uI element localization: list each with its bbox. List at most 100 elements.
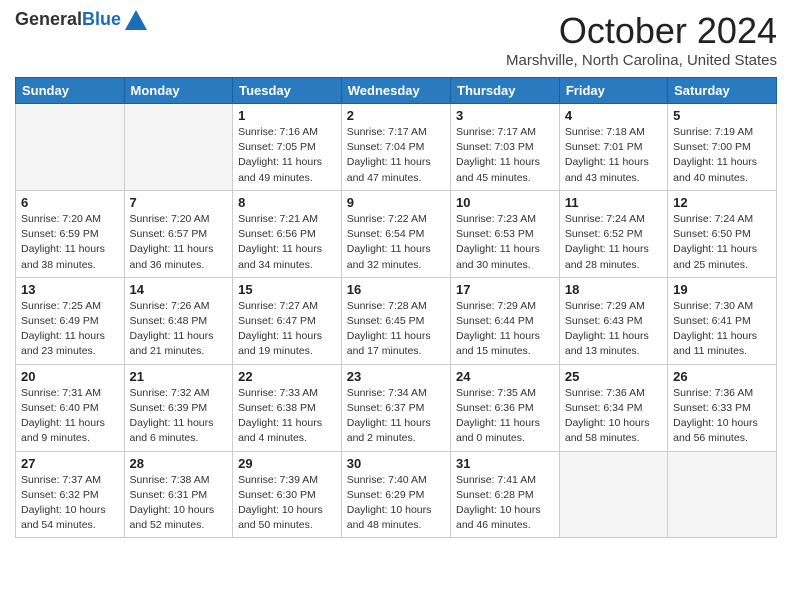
day-number: 4 bbox=[565, 108, 662, 123]
calendar-cell: 17 Sunrise: 7:29 AM Sunset: 6:44 PM Dayli… bbox=[451, 277, 560, 364]
day-detail: Sunrise: 7:30 AM Sunset: 6:41 PM Dayligh… bbox=[673, 299, 771, 360]
calendar-cell: 19 Sunrise: 7:30 AM Sunset: 6:41 PM Dayli… bbox=[668, 277, 777, 364]
day-number: 3 bbox=[456, 108, 554, 123]
day-detail: Sunrise: 7:22 AM Sunset: 6:54 PM Dayligh… bbox=[347, 212, 445, 273]
day-number: 23 bbox=[347, 369, 445, 384]
calendar-cell: 25 Sunrise: 7:36 AM Sunset: 6:34 PM Dayli… bbox=[559, 364, 667, 451]
day-number: 10 bbox=[456, 195, 554, 210]
day-detail: Sunrise: 7:35 AM Sunset: 6:36 PM Dayligh… bbox=[456, 386, 554, 447]
calendar-cell: 7 Sunrise: 7:20 AM Sunset: 6:57 PM Daylig… bbox=[124, 190, 233, 277]
location-subtitle: Marshville, North Carolina, United State… bbox=[506, 52, 777, 69]
day-detail: Sunrise: 7:27 AM Sunset: 6:47 PM Dayligh… bbox=[238, 299, 336, 360]
calendar-cell: 12Sunrise: 7:24 AM Sunset: 6:50 PM Dayli… bbox=[668, 190, 777, 277]
day-detail: Sunrise: 7:36 AM Sunset: 6:34 PM Dayligh… bbox=[565, 386, 662, 447]
day-detail: Sunrise: 7:28 AM Sunset: 6:45 PM Dayligh… bbox=[347, 299, 445, 360]
weekday-header-wednesday: Wednesday bbox=[341, 78, 450, 104]
day-number: 21 bbox=[130, 369, 228, 384]
weekday-header-friday: Friday bbox=[559, 78, 667, 104]
calendar-cell: 28 Sunrise: 7:38 AM Sunset: 6:31 PM Dayli… bbox=[124, 451, 233, 538]
calendar-cell: 27 Sunrise: 7:37 AM Sunset: 6:32 PM Dayli… bbox=[16, 451, 125, 538]
calendar-cell bbox=[559, 451, 667, 538]
day-detail: Sunrise: 7:24 AM Sunset: 6:52 PM Dayligh… bbox=[565, 212, 662, 273]
day-number: 2 bbox=[347, 108, 445, 123]
day-detail: Sunrise: 7:37 AM Sunset: 6:32 PM Dayligh… bbox=[21, 473, 119, 534]
calendar-cell: 29 Sunrise: 7:39 AM Sunset: 6:30 PM Dayli… bbox=[233, 451, 342, 538]
calendar-cell: 14 Sunrise: 7:26 AM Sunset: 6:48 PM Dayli… bbox=[124, 277, 233, 364]
calendar-cell: 4 Sunrise: 7:18 AM Sunset: 7:01 PM Daylig… bbox=[559, 104, 667, 191]
day-detail: Sunrise: 7:17 AM Sunset: 7:03 PM Dayligh… bbox=[456, 125, 554, 186]
calendar-cell: 15Sunrise: 7:27 AM Sunset: 6:47 PM Dayli… bbox=[233, 277, 342, 364]
calendar-cell bbox=[16, 104, 125, 191]
weekday-header-monday: Monday bbox=[124, 78, 233, 104]
calendar-cell: 26 Sunrise: 7:36 AM Sunset: 6:33 PM Dayli… bbox=[668, 364, 777, 451]
calendar-cell: 22 Sunrise: 7:33 AM Sunset: 6:38 PM Dayli… bbox=[233, 364, 342, 451]
calendar-cell: 11 Sunrise: 7:24 AM Sunset: 6:52 PM Dayli… bbox=[559, 190, 667, 277]
logo-blue-text: Blue bbox=[82, 9, 121, 29]
day-number: 22 bbox=[238, 369, 336, 384]
day-detail: Sunrise: 7:26 AM Sunset: 6:48 PM Dayligh… bbox=[130, 299, 228, 360]
day-detail: Sunrise: 7:31 AM Sunset: 6:40 PM Dayligh… bbox=[21, 386, 119, 447]
day-detail: Sunrise: 7:21 AM Sunset: 6:56 PM Dayligh… bbox=[238, 212, 336, 273]
calendar-week-row: 27 Sunrise: 7:37 AM Sunset: 6:32 PM Dayli… bbox=[16, 451, 777, 538]
day-number: 26 bbox=[673, 369, 771, 384]
weekday-header-saturday: Saturday bbox=[668, 78, 777, 104]
day-number: 7 bbox=[130, 195, 228, 210]
page-header: GeneralBlue October 2024 Marshville, Nor… bbox=[15, 10, 777, 69]
calendar-cell: 21 Sunrise: 7:32 AM Sunset: 6:39 PM Dayli… bbox=[124, 364, 233, 451]
calendar-cell: 30 Sunrise: 7:40 AM Sunset: 6:29 PM Dayli… bbox=[341, 451, 450, 538]
calendar-cell: 13Sunrise: 7:25 AM Sunset: 6:49 PM Dayli… bbox=[16, 277, 125, 364]
day-detail: Sunrise: 7:29 AM Sunset: 6:43 PM Dayligh… bbox=[565, 299, 662, 360]
day-number: 9 bbox=[347, 195, 445, 210]
day-detail: Sunrise: 7:29 AM Sunset: 6:44 PM Dayligh… bbox=[456, 299, 554, 360]
day-detail: Sunrise: 7:41 AM Sunset: 6:28 PM Dayligh… bbox=[456, 473, 554, 534]
calendar-cell: 1Sunrise: 7:16 AM Sunset: 7:05 PM Daylig… bbox=[233, 104, 342, 191]
calendar-cell: 16Sunrise: 7:28 AM Sunset: 6:45 PM Dayli… bbox=[341, 277, 450, 364]
day-number: 6 bbox=[21, 195, 119, 210]
calendar-table: SundayMondayTuesdayWednesdayThursdayFrid… bbox=[15, 77, 777, 538]
calendar-cell: 3 Sunrise: 7:17 AM Sunset: 7:03 PM Daylig… bbox=[451, 104, 560, 191]
calendar-cell: 18 Sunrise: 7:29 AM Sunset: 6:43 PM Dayli… bbox=[559, 277, 667, 364]
day-detail: Sunrise: 7:40 AM Sunset: 6:29 PM Dayligh… bbox=[347, 473, 445, 534]
title-block: October 2024 Marshville, North Carolina,… bbox=[506, 10, 777, 69]
day-number: 14 bbox=[130, 282, 228, 297]
calendar-header-row: SundayMondayTuesdayWednesdayThursdayFrid… bbox=[16, 78, 777, 104]
calendar-week-row: 1Sunrise: 7:16 AM Sunset: 7:05 PM Daylig… bbox=[16, 104, 777, 191]
day-number: 29 bbox=[238, 456, 336, 471]
calendar-cell: 10Sunrise: 7:23 AM Sunset: 6:53 PM Dayli… bbox=[451, 190, 560, 277]
day-detail: Sunrise: 7:34 AM Sunset: 6:37 PM Dayligh… bbox=[347, 386, 445, 447]
day-number: 25 bbox=[565, 369, 662, 384]
day-number: 31 bbox=[456, 456, 554, 471]
day-number: 30 bbox=[347, 456, 445, 471]
day-detail: Sunrise: 7:16 AM Sunset: 7:05 PM Dayligh… bbox=[238, 125, 336, 186]
logo-general-text: General bbox=[15, 9, 82, 29]
calendar-cell: 6 Sunrise: 7:20 AM Sunset: 6:59 PM Daylig… bbox=[16, 190, 125, 277]
day-detail: Sunrise: 7:39 AM Sunset: 6:30 PM Dayligh… bbox=[238, 473, 336, 534]
calendar-cell: 9 Sunrise: 7:22 AM Sunset: 6:54 PM Daylig… bbox=[341, 190, 450, 277]
logo-icon bbox=[125, 10, 147, 30]
day-detail: Sunrise: 7:32 AM Sunset: 6:39 PM Dayligh… bbox=[130, 386, 228, 447]
month-title: October 2024 bbox=[506, 10, 777, 52]
day-detail: Sunrise: 7:38 AM Sunset: 6:31 PM Dayligh… bbox=[130, 473, 228, 534]
day-detail: Sunrise: 7:20 AM Sunset: 6:59 PM Dayligh… bbox=[21, 212, 119, 273]
calendar-cell: 8Sunrise: 7:21 AM Sunset: 6:56 PM Daylig… bbox=[233, 190, 342, 277]
day-number: 27 bbox=[21, 456, 119, 471]
day-detail: Sunrise: 7:19 AM Sunset: 7:00 PM Dayligh… bbox=[673, 125, 771, 186]
day-number: 24 bbox=[456, 369, 554, 384]
calendar-cell: 2 Sunrise: 7:17 AM Sunset: 7:04 PM Daylig… bbox=[341, 104, 450, 191]
day-detail: Sunrise: 7:33 AM Sunset: 6:38 PM Dayligh… bbox=[238, 386, 336, 447]
day-detail: Sunrise: 7:20 AM Sunset: 6:57 PM Dayligh… bbox=[130, 212, 228, 273]
day-number: 19 bbox=[673, 282, 771, 297]
day-number: 11 bbox=[565, 195, 662, 210]
day-detail: Sunrise: 7:36 AM Sunset: 6:33 PM Dayligh… bbox=[673, 386, 771, 447]
day-detail: Sunrise: 7:17 AM Sunset: 7:04 PM Dayligh… bbox=[347, 125, 445, 186]
calendar-cell: 23 Sunrise: 7:34 AM Sunset: 6:37 PM Dayli… bbox=[341, 364, 450, 451]
calendar-body: 1Sunrise: 7:16 AM Sunset: 7:05 PM Daylig… bbox=[16, 104, 777, 538]
day-number: 28 bbox=[130, 456, 228, 471]
day-number: 18 bbox=[565, 282, 662, 297]
day-number: 17 bbox=[456, 282, 554, 297]
day-detail: Sunrise: 7:18 AM Sunset: 7:01 PM Dayligh… bbox=[565, 125, 662, 186]
logo: GeneralBlue bbox=[15, 10, 147, 30]
weekday-header-thursday: Thursday bbox=[451, 78, 560, 104]
day-number: 12 bbox=[673, 195, 771, 210]
calendar-cell: 5Sunrise: 7:19 AM Sunset: 7:00 PM Daylig… bbox=[668, 104, 777, 191]
